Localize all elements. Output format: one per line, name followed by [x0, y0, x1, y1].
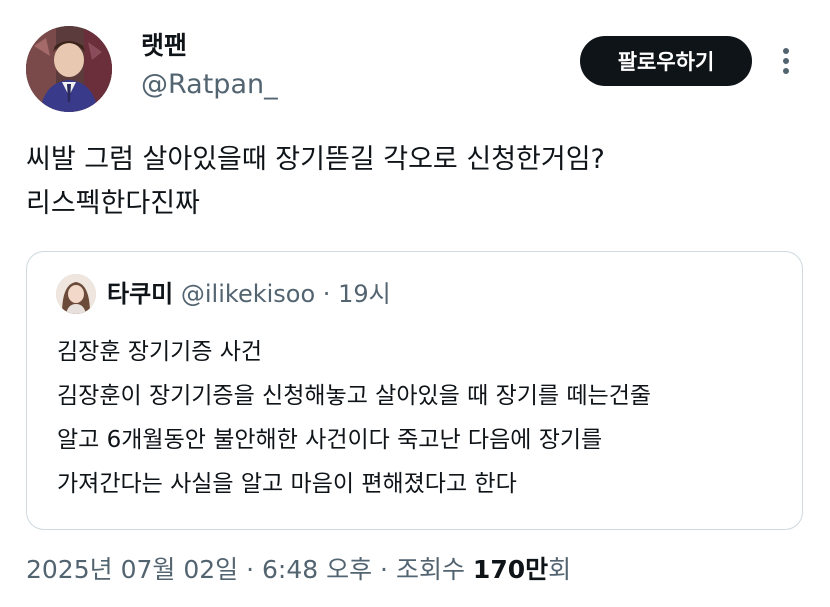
- tweet-text-line: 씨발 그럼 살아있을때 장기뜯길 각오로 신청한거임?: [26, 144, 605, 175]
- tweet-text-line: 리스펙한다진짜: [26, 188, 200, 219]
- quoted-author-name: 타쿠미: [107, 280, 174, 308]
- author-handle[interactable]: @Ratpan_: [141, 68, 278, 102]
- meta-separator: ·: [246, 555, 255, 584]
- quoted-text-line: 알고 6개월동안 불안해한 사건이다 죽고난 다음에 장기를: [57, 427, 603, 453]
- quoted-tweet-card[interactable]: 타쿠미 @ilikekisoo · 19시 김장훈 장기기증 사건 김장훈이 장…: [26, 251, 803, 530]
- quoted-tweet-text: 김장훈 장기기증 사건 김장훈이 장기기증을 신청해놓고 살아있을 때 장기를 …: [57, 330, 797, 506]
- quoted-time: 19시: [338, 280, 391, 308]
- views-unit: 회: [548, 555, 572, 584]
- tweet-meta: 2025년 07월 02일 · 6:48 오후 · 조회수 170만회: [26, 553, 571, 587]
- quoted-text-line: 김장훈 장기기증 사건: [57, 339, 263, 365]
- more-vertical-icon[interactable]: [776, 46, 796, 76]
- views-label: 조회수: [395, 555, 465, 584]
- author-display-name[interactable]: 랫팬: [141, 30, 187, 62]
- meta-separator: ·: [380, 555, 388, 584]
- follow-button[interactable]: 팔로우하기: [580, 36, 752, 86]
- quoted-tweet-header: 타쿠미 @ilikekisoo · 19시: [107, 278, 391, 310]
- quoted-text-line: 가져간다는 사실을 알고 마음이 편해졌다고 한다: [57, 471, 517, 497]
- quoted-author-handle: @ilikekisoo: [180, 280, 316, 308]
- author-avatar[interactable]: [26, 26, 112, 112]
- views-count: 170만: [472, 555, 549, 584]
- quoted-separator: ·: [322, 280, 331, 308]
- tweet-date[interactable]: 2025년 07월 02일: [26, 555, 238, 584]
- quoted-text-line: 김장훈이 장기기증을 신청해놓고 살아있을 때 장기를 떼는건줄: [57, 383, 652, 409]
- quoted-author-avatar: [56, 274, 96, 314]
- tweet-time[interactable]: 6:48 오후: [262, 555, 372, 584]
- tweet-text: 씨발 그럼 살아있을때 장기뜯길 각오로 신청한거임? 리스펙한다진짜: [26, 138, 806, 226]
